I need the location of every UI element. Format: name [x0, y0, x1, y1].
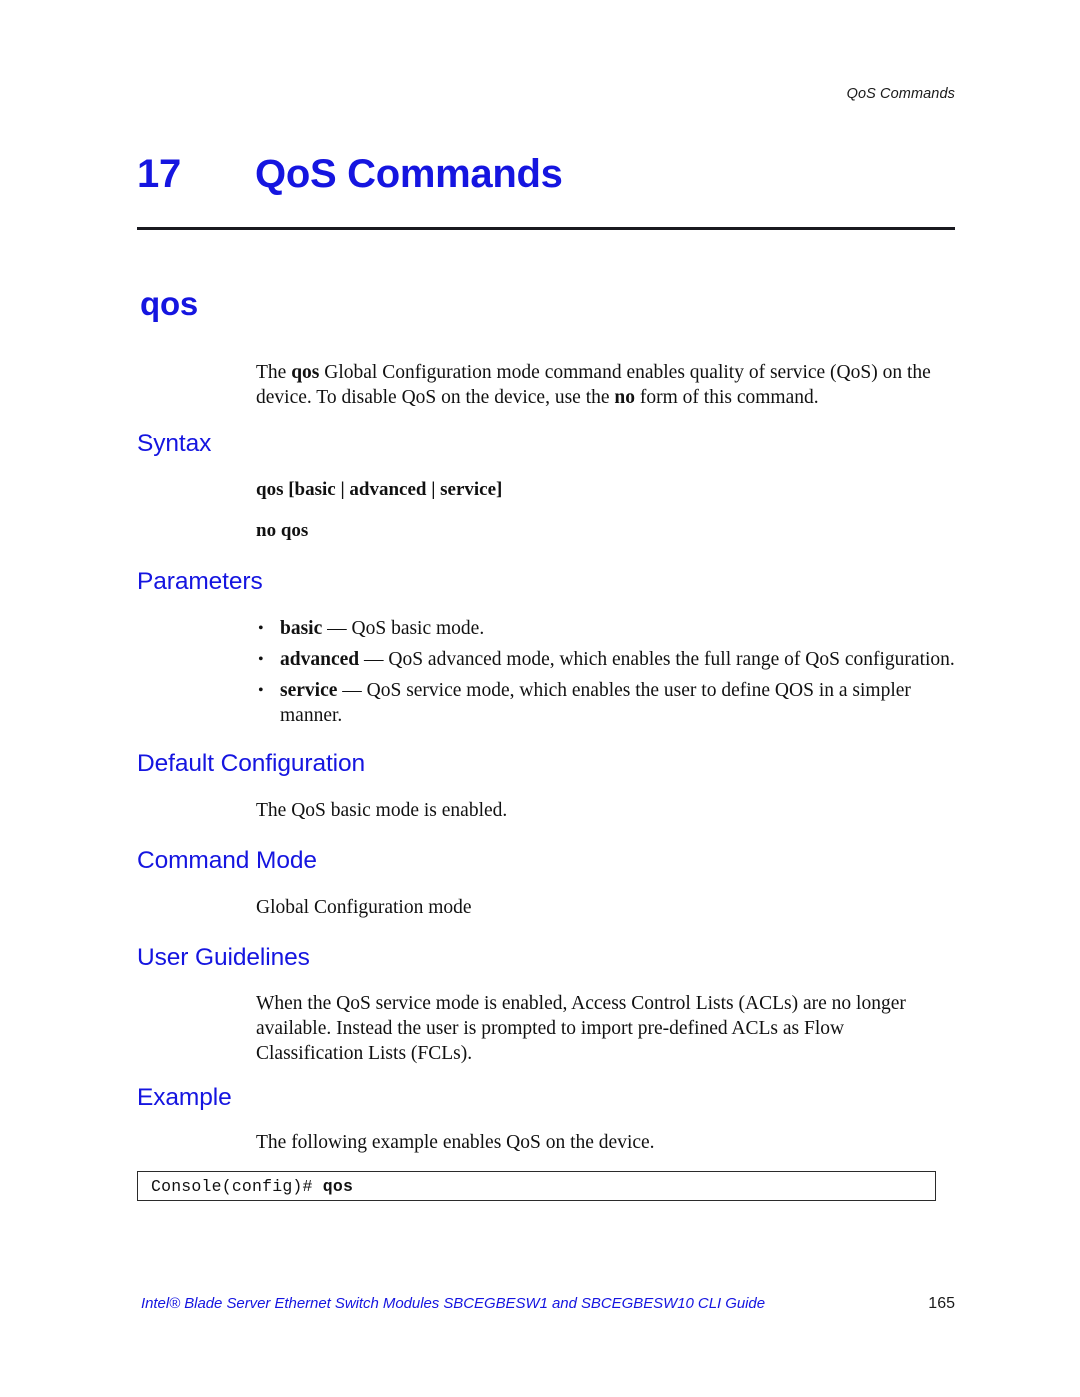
parameter-term: advanced [280, 649, 360, 670]
syntax-line-1: qos [basic | advanced | service] [256, 479, 503, 500]
chapter-number: 17 [137, 152, 181, 196]
example-text: The following example enables QoS on the… [256, 1132, 655, 1153]
page-title: 17 QoS Commands [137, 152, 563, 197]
document-page: QoS Commands 17 QoS Commands qos The qos … [0, 0, 1080, 1397]
console-command-line: Console(config)# qos [151, 1177, 353, 1196]
section-heading-default-configuration: Default Configuration [137, 750, 366, 777]
parameter-term: service [280, 680, 338, 701]
description-text-3: form of this command. [635, 387, 819, 408]
parameter-description: QoS service mode, which enables the user… [280, 680, 911, 726]
section-heading-user-guidelines: User Guidelines [137, 944, 310, 971]
user-guidelines-text: When the QoS service mode is enabled, Ac… [256, 993, 906, 1064]
console-code-block: Console(config)# qos [137, 1171, 936, 1201]
description-text-1: The [256, 362, 292, 383]
section-heading-example: Example [137, 1084, 232, 1111]
console-command: qos [322, 1177, 354, 1196]
parameter-description: QoS basic mode. [351, 618, 485, 639]
command-name-heading: qos [140, 285, 199, 322]
description-bold-qos: qos [291, 362, 320, 383]
running-header: QoS Commands [846, 86, 955, 102]
footer-page-number: 165 [928, 1295, 955, 1312]
command-mode-text: Global Configuration mode [256, 897, 472, 918]
section-heading-command-mode: Command Mode [137, 847, 317, 874]
section-heading-parameters: Parameters [137, 568, 263, 595]
description-text-2: Global Configuration mode command enable… [256, 362, 931, 408]
description-bold-no: no [614, 387, 635, 408]
list-item: advanced — QoS advanced mode, which enab… [256, 647, 960, 672]
parameter-term: basic [280, 618, 323, 639]
parameter-dash: — [322, 618, 352, 639]
parameter-dash: — [337, 680, 367, 701]
parameter-description: QoS advanced mode, which enables the ful… [388, 649, 955, 670]
parameter-dash: — [359, 649, 389, 670]
section-heading-syntax: Syntax [137, 430, 212, 457]
footer-guide-title: Intel® Blade Server Ethernet Switch Modu… [141, 1295, 766, 1312]
command-description: The qos Global Configuration mode comman… [256, 360, 956, 410]
console-prompt: Console(config)# [151, 1177, 323, 1196]
title-divider [137, 227, 955, 230]
syntax-line-2: no qos [256, 520, 309, 541]
chapter-title-text: QoS Commands [255, 152, 563, 196]
default-configuration-text: The QoS basic mode is enabled. [256, 800, 508, 821]
list-item: basic — QoS basic mode. [256, 616, 960, 641]
list-item: service — QoS service mode, which enable… [256, 678, 960, 728]
